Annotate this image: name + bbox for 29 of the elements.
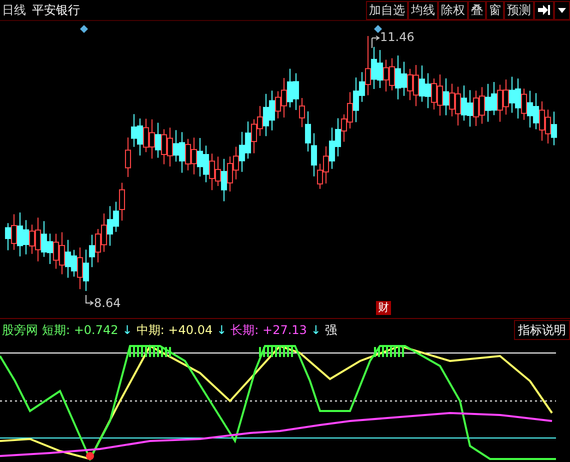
- diamond-marker-icon: [374, 25, 382, 33]
- signal-dot-icon: [86, 452, 94, 460]
- high-price-label: 11.46: [380, 30, 414, 44]
- leader-line: [372, 36, 380, 48]
- arrow-to-bar-icon: [537, 4, 551, 16]
- toolbar-button[interactable]: 除权: [438, 0, 468, 20]
- toolbar-button[interactable]: 预测: [504, 0, 534, 20]
- trend-arrow: ↓: [216, 323, 227, 337]
- toolbar-button[interactable]: 加自选: [366, 0, 408, 20]
- low-price-label: 8.64: [94, 296, 121, 310]
- chart-period[interactable]: 日线: [2, 2, 26, 18]
- indicator-value: 中期: +40.04: [136, 322, 213, 338]
- indicator-value: 强: [324, 322, 337, 338]
- indicator-help-button[interactable]: 指标说明: [514, 320, 570, 340]
- trend-arrow: ↓: [122, 323, 132, 337]
- trend-arrow: ↓: [310, 323, 321, 337]
- diamond-marker-icon: [80, 25, 88, 33]
- leader-line: [86, 294, 94, 306]
- caret-icon: [557, 6, 567, 14]
- stock-name: 平安银行: [32, 2, 80, 18]
- indicator-value: 长期: +27.13: [230, 322, 307, 338]
- indicator-value: 股旁网: [2, 322, 38, 338]
- toolbar-button[interactable]: 窗: [486, 0, 504, 20]
- toolbar-button[interactable]: 均线: [408, 0, 438, 20]
- indicator-value: 短期: +0.742: [42, 322, 118, 338]
- toolbar-button[interactable]: 叠: [468, 0, 486, 20]
- dropdown-button[interactable]: [554, 0, 570, 20]
- event-marker[interactable]: 财: [376, 301, 391, 315]
- sidebar-toggle-button[interactable]: [534, 0, 554, 20]
